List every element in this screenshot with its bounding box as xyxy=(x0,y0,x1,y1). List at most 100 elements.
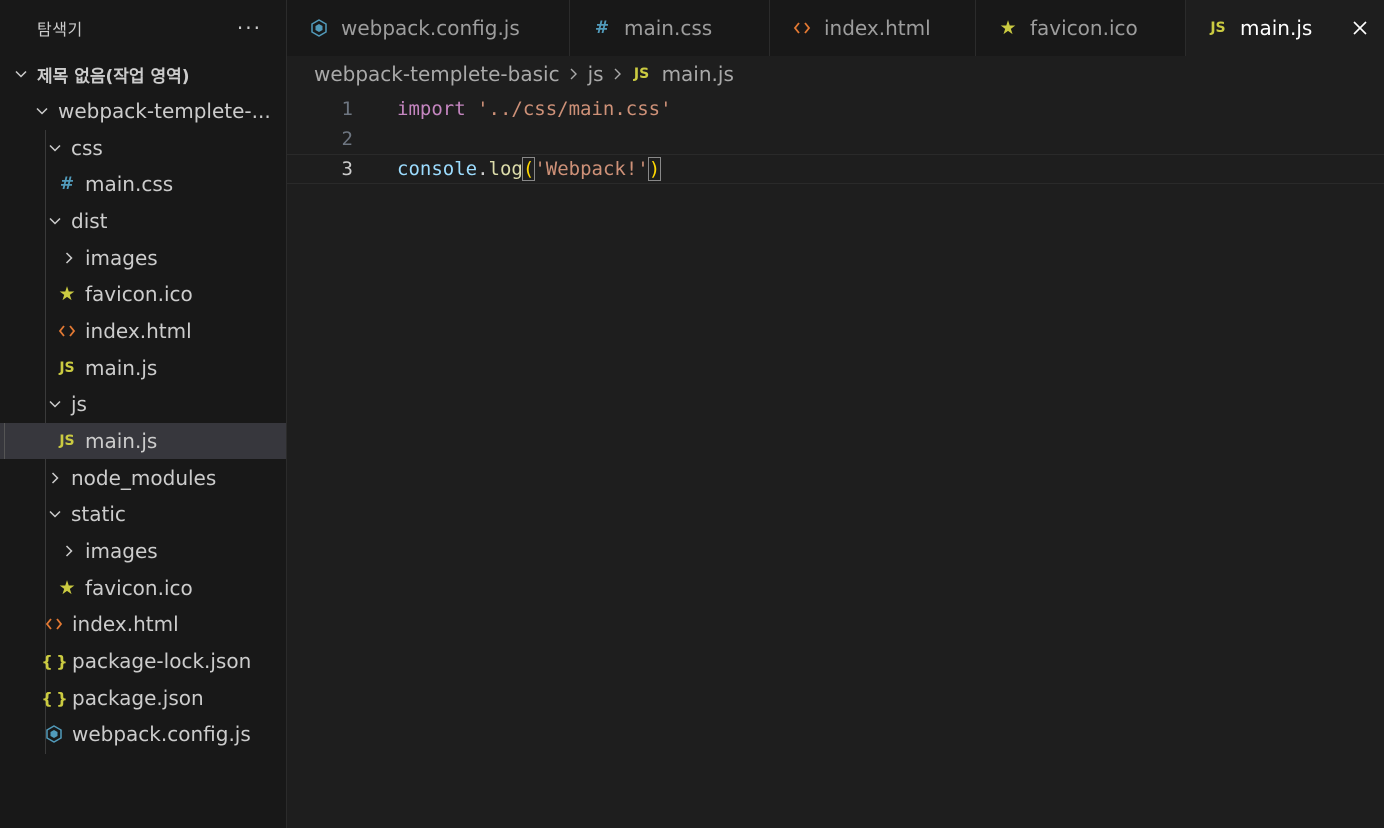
tree-label: dist xyxy=(71,209,108,233)
tab-label: index.html xyxy=(824,16,931,40)
tree-label: main.js xyxy=(85,429,158,453)
tree-label: favicon.ico xyxy=(85,576,193,600)
tree-label: index.html xyxy=(85,319,192,343)
code-line: 2 xyxy=(287,124,1384,154)
explorer-sidebar: 탐색기 ··· 제목 없음(작업 영역) webpack-templete-..… xyxy=(0,0,287,828)
tree-folder-dist[interactable]: dist xyxy=(0,203,286,239)
html-file-icon xyxy=(57,320,77,342)
js-file-icon: JS xyxy=(633,66,650,82)
tree-label: main.css xyxy=(85,172,174,196)
punctuation-token: . xyxy=(477,158,489,180)
code-text: console.log('Webpack!') xyxy=(397,157,662,181)
tab-label: main.js xyxy=(1240,16,1313,40)
chevron-right-icon xyxy=(59,248,79,268)
line-number: 3 xyxy=(341,158,353,180)
tree-label: images xyxy=(85,539,158,563)
tab-webpack-config[interactable]: webpack.config.js xyxy=(287,0,570,56)
tree-folder-images[interactable]: images xyxy=(0,240,286,276)
tree-folder-project[interactable]: webpack-templete-... xyxy=(0,93,286,129)
tree-label: node_modules xyxy=(71,466,217,490)
tree-folder-css[interactable]: css xyxy=(0,130,286,166)
tree-file-package-json[interactable]: { } package.json xyxy=(0,680,286,716)
line-number: 1 xyxy=(341,98,353,120)
code-line-current: 3 console.log('Webpack!') xyxy=(287,154,1384,184)
function-token: log xyxy=(488,158,523,180)
explorer-header: 탐색기 ··· xyxy=(0,0,286,56)
tab-label: main.css xyxy=(624,16,713,40)
tree-file-package-lock[interactable]: { } package-lock.json xyxy=(0,643,286,679)
chevron-right-icon xyxy=(45,468,65,488)
string-token: '../css/main.css' xyxy=(477,98,672,120)
tree-label: images xyxy=(85,246,158,270)
chevron-right-icon xyxy=(59,541,79,561)
js-file-icon: JS xyxy=(59,433,75,449)
css-file-icon: # xyxy=(59,174,75,194)
json-file-icon: { } xyxy=(41,688,67,708)
tree-file-favicon[interactable]: ★ favicon.ico xyxy=(0,276,286,312)
breadcrumb-item[interactable]: main.js xyxy=(662,62,734,86)
js-file-icon: JS xyxy=(59,360,75,376)
workspace-root-label: 제목 없음(작업 영역) xyxy=(37,66,190,87)
tree-file-dist-main-js[interactable]: JS main.js xyxy=(0,350,286,386)
tree-file-static-favicon[interactable]: ★ favicon.ico xyxy=(0,570,286,606)
tree-label: js xyxy=(71,392,87,416)
string-token: 'Webpack!' xyxy=(534,158,649,180)
tree-file-js-main-js[interactable]: JS main.js xyxy=(0,423,286,459)
tree-folder-node-modules[interactable]: node_modules xyxy=(0,460,286,496)
breadcrumb-item[interactable]: webpack-templete-basic xyxy=(314,62,560,86)
star-icon: ★ xyxy=(999,17,1017,39)
chevron-down-icon xyxy=(11,64,31,84)
tree-label: package-lock.json xyxy=(72,649,252,673)
tab-label: favicon.ico xyxy=(1030,16,1138,40)
star-icon: ★ xyxy=(58,577,76,599)
tab-favicon[interactable]: ★ favicon.ico xyxy=(976,0,1186,56)
tab-main-js[interactable]: JS main.js xyxy=(1186,0,1384,56)
close-tab-button[interactable] xyxy=(1348,16,1372,40)
breadcrumb: webpack-templete-basic js JS main.js xyxy=(287,56,1384,92)
css-file-icon: # xyxy=(594,18,610,38)
tree-file-webpack-config[interactable]: webpack.config.js xyxy=(0,716,286,752)
bracket-token: ( xyxy=(521,157,536,181)
tab-index-html[interactable]: index.html xyxy=(770,0,976,56)
editor-tab-bar: webpack.config.js # main.css index.html … xyxy=(287,0,1384,56)
chevron-down-icon xyxy=(45,138,65,158)
line-number: 2 xyxy=(341,128,353,150)
tree-label: css xyxy=(71,136,103,160)
webpack-icon xyxy=(44,723,64,745)
breadcrumb-item[interactable]: js xyxy=(588,62,604,86)
chevron-down-icon xyxy=(45,394,65,414)
json-file-icon: { } xyxy=(41,651,67,671)
explorer-title: 탐색기 xyxy=(37,20,83,39)
bracket-token: ) xyxy=(647,157,662,181)
tree-folder-static[interactable]: static xyxy=(0,496,286,532)
chevron-down-icon xyxy=(45,504,65,524)
tree-label: package.json xyxy=(72,686,204,710)
identifier-token: console xyxy=(397,158,478,180)
star-icon: ★ xyxy=(58,283,76,305)
tree-folder-static-images[interactable]: images xyxy=(0,533,286,569)
code-text: import '../css/main.css' xyxy=(397,98,672,120)
tree-label: favicon.ico xyxy=(85,282,193,306)
chevron-down-icon xyxy=(32,101,52,121)
tree-file-index-html[interactable]: index.html xyxy=(0,313,286,349)
tab-label: webpack.config.js xyxy=(341,16,520,40)
tree-file-main-css[interactable]: # main.css xyxy=(0,166,286,202)
close-icon xyxy=(1353,21,1367,35)
html-file-icon xyxy=(792,17,812,39)
chevron-right-icon xyxy=(568,66,580,82)
html-file-icon xyxy=(44,613,64,635)
tree-label: index.html xyxy=(72,612,179,636)
workspace-root[interactable]: 제목 없음(작업 영역) xyxy=(0,56,286,92)
tree-label: webpack.config.js xyxy=(72,722,251,746)
tab-main-css[interactable]: # main.css xyxy=(570,0,770,56)
chevron-down-icon xyxy=(45,211,65,231)
tree-folder-js[interactable]: js xyxy=(0,386,286,422)
code-line: 1 import '../css/main.css' xyxy=(287,94,1384,124)
tree-label: main.js xyxy=(85,356,158,380)
more-actions-button[interactable]: ··· xyxy=(237,16,262,40)
js-file-icon: JS xyxy=(1210,20,1226,36)
tree-file-root-index-html[interactable]: index.html xyxy=(0,606,286,642)
webpack-icon xyxy=(309,17,329,39)
chevron-right-icon xyxy=(612,66,624,82)
code-editor[interactable]: 1 import '../css/main.css' 2 3 console.l… xyxy=(287,92,1384,828)
